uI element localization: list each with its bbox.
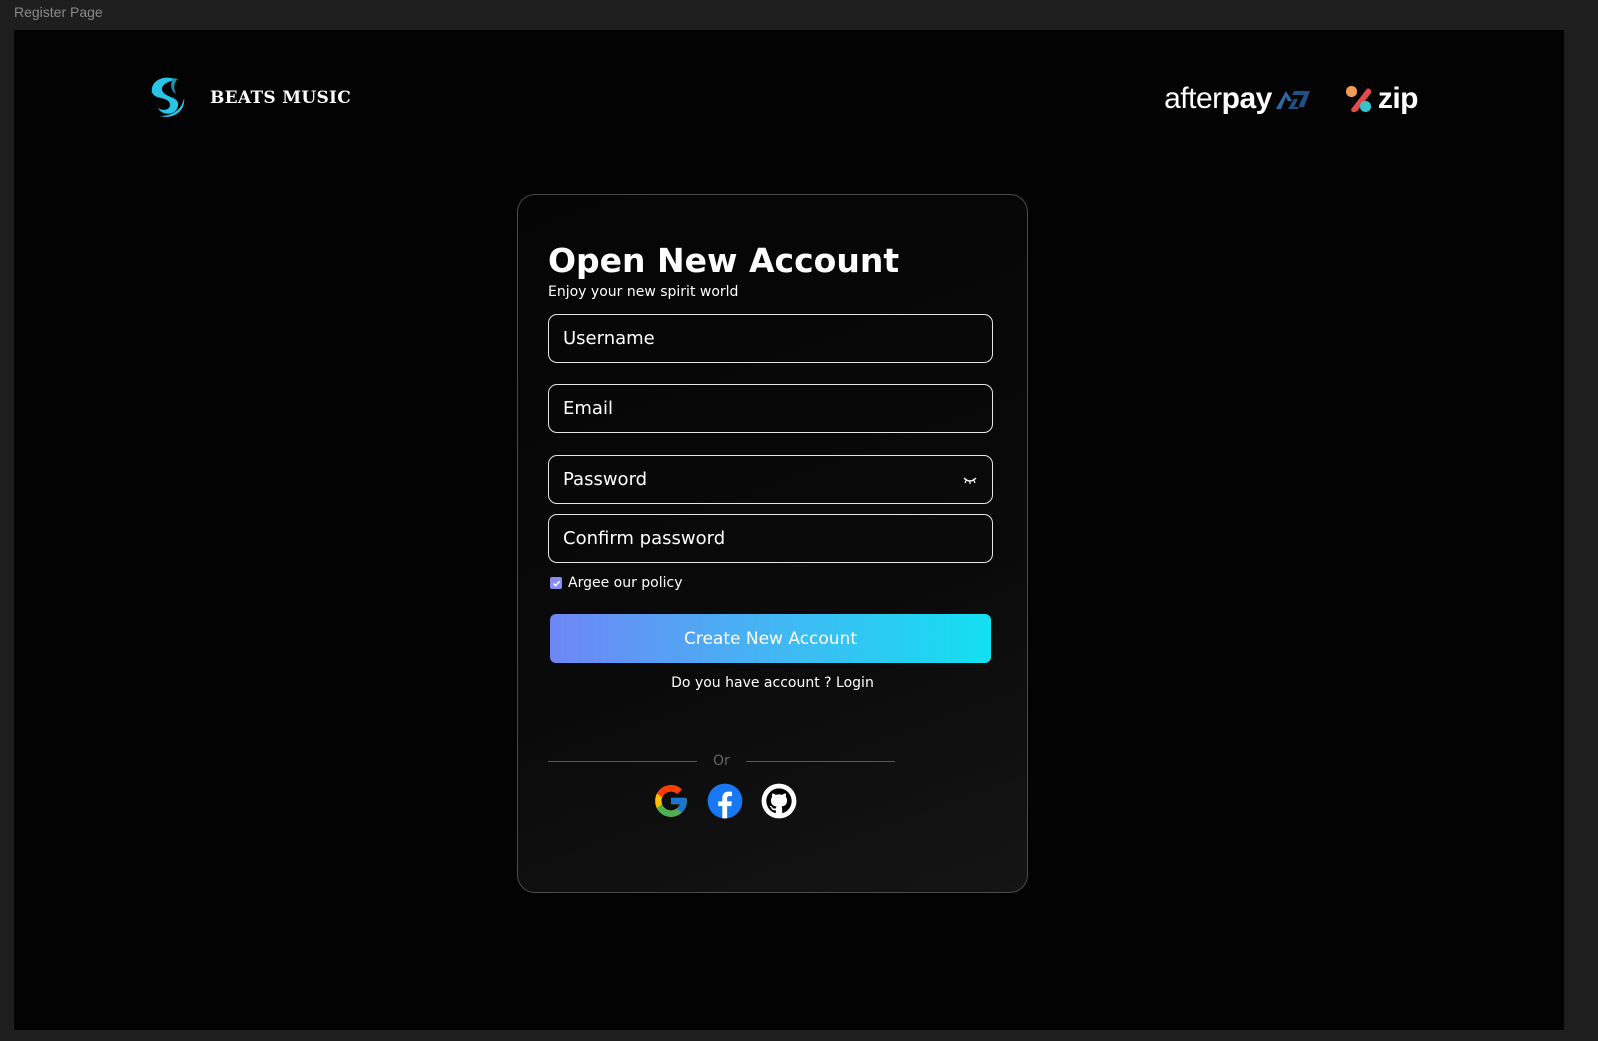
policy-checkbox[interactable] xyxy=(550,577,562,589)
payment-partners: after pay zip xyxy=(1164,82,1418,116)
zip-logo-text: zip xyxy=(1377,82,1419,115)
brand[interactable]: BEATS MUSIC xyxy=(146,76,351,120)
form-title: Open New Account xyxy=(548,241,900,280)
register-page: BEATS MUSIC after pay zip Open New Accoun… xyxy=(14,30,1564,1030)
zip-logo: zip xyxy=(1344,82,1419,116)
divider-line-left xyxy=(548,760,697,762)
policy-label: Argee our policy xyxy=(568,575,683,591)
or-divider: Or xyxy=(548,751,900,771)
policy-checkbox-row[interactable]: Argee our policy xyxy=(550,575,683,591)
login-prompt: Do you have account ? xyxy=(671,675,832,691)
email-input[interactable] xyxy=(563,398,978,419)
google-icon[interactable] xyxy=(652,782,690,820)
afterpay-logo-part1: after xyxy=(1164,82,1222,115)
check-icon xyxy=(552,580,560,587)
confirm-password-input[interactable] xyxy=(563,528,978,549)
brand-name: BEATS MUSIC xyxy=(210,88,352,108)
login-prompt-row: Do you have account ? Login xyxy=(518,675,1027,691)
divider-label: Or xyxy=(713,753,730,769)
facebook-icon[interactable] xyxy=(706,782,744,820)
github-icon[interactable] xyxy=(760,782,798,820)
divider-line-right xyxy=(745,760,895,762)
afterpay-arrows-icon xyxy=(1275,91,1310,109)
afterpay-logo: after pay xyxy=(1164,82,1312,116)
eye-closed-icon[interactable] xyxy=(962,474,978,486)
confirm-password-field[interactable] xyxy=(548,514,993,563)
social-login-row xyxy=(652,782,798,820)
zip-mark-icon xyxy=(1345,86,1371,113)
password-field[interactable] xyxy=(548,455,993,504)
beats-music-logo-icon xyxy=(151,77,185,117)
login-link[interactable]: Login xyxy=(836,675,874,691)
form-subtitle: Enjoy your new spirit world xyxy=(548,284,739,300)
username-field[interactable] xyxy=(548,314,993,363)
username-input[interactable] xyxy=(563,328,978,349)
email-field[interactable] xyxy=(548,384,993,433)
password-input[interactable] xyxy=(563,469,962,490)
create-account-button[interactable]: Create New Account xyxy=(550,614,991,663)
register-card: Open New Account Enjoy your new spirit w… xyxy=(517,194,1028,893)
frame-label: Register Page xyxy=(14,4,103,20)
afterpay-logo-part2: pay xyxy=(1221,82,1273,115)
